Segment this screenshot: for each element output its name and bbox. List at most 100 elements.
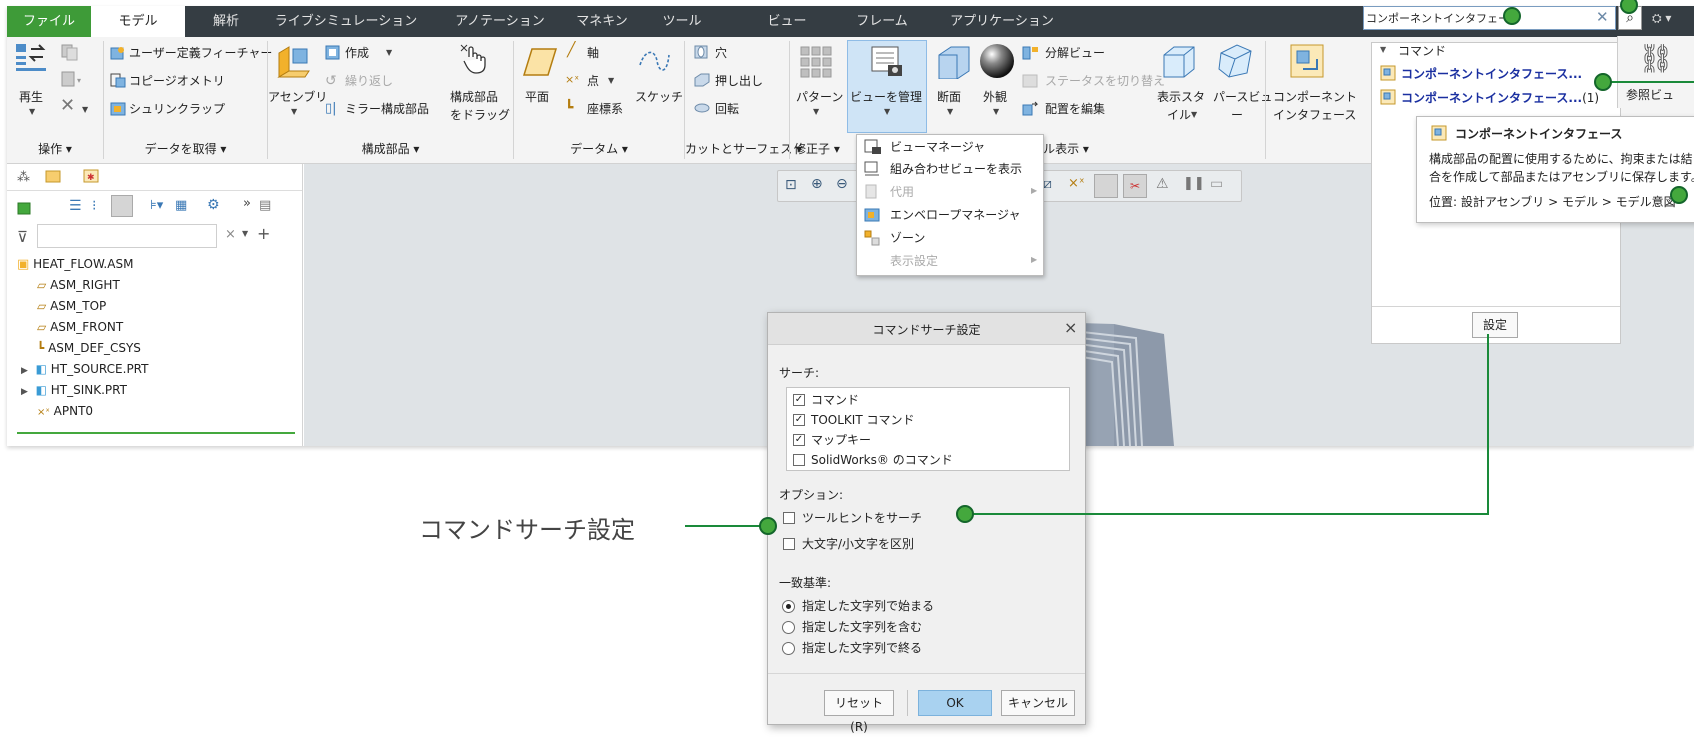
display-style-icon[interactable] <box>1160 43 1196 79</box>
udf-label[interactable]: ユーザー定義フィーチャー <box>129 46 272 60</box>
delete-icon[interactable]: ✕ <box>60 97 75 115</box>
chevron-down-icon[interactable]: ▼ <box>242 229 248 238</box>
group-components-label[interactable]: 構成部品 ▾ <box>268 138 513 160</box>
annotation-display-icon[interactable]: ⚠ <box>1156 176 1169 192</box>
tab-view[interactable]: ビュー <box>757 6 817 37</box>
appearance-label[interactable]: 外観 <box>983 90 1007 104</box>
spin-center-icon[interactable]: ✂ <box>1123 174 1147 198</box>
component-interface-icon[interactable] <box>1289 43 1325 79</box>
chevron-down-icon[interactable]: ▼ <box>608 76 614 85</box>
help-menu-icon[interactable]: ⛭ ▾ <box>1646 6 1694 30</box>
zoom-out-icon[interactable]: ⊖ <box>836 176 848 192</box>
display-style-label-2[interactable]: イル <box>1167 108 1191 122</box>
checkbox-toolkit[interactable]: ✓ <box>793 414 805 426</box>
tab-frame[interactable]: フレーム <box>847 6 917 37</box>
radio-starts-with[interactable] <box>782 600 795 613</box>
tab-file[interactable]: ファイル <box>7 6 91 37</box>
insert-indicator[interactable] <box>17 432 295 434</box>
tree-item[interactable]: ×ˣ APNT0 <box>37 401 93 421</box>
tree-search-input[interactable] <box>37 224 217 248</box>
menu-item-view-manager[interactable]: ビューマネージャ <box>890 136 985 158</box>
radio-ends-with[interactable] <box>782 642 795 655</box>
edit-position-label[interactable]: 配置を編集 <box>1045 102 1105 116</box>
sketch-label[interactable]: スケッチ <box>635 90 683 104</box>
collapse-icon[interactable]: ▼ <box>1380 45 1386 54</box>
gear-icon[interactable]: ⚙ <box>207 197 220 213</box>
group-datum-label[interactable]: データム ▾ <box>514 138 684 160</box>
tree-filter-icon[interactable]: ⊧▾ <box>150 198 163 213</box>
perspective-view-label-2[interactable]: ー <box>1231 108 1243 122</box>
hole-label[interactable]: 穴 <box>715 46 727 60</box>
copy-icon[interactable] <box>60 43 80 61</box>
tree-item[interactable]: ▶ ◧ HT_SOURCE.PRT <box>21 359 148 379</box>
search-result-2[interactable]: コンポーネントインタフェース...(1) <box>1401 89 1599 106</box>
chevron-down-icon[interactable]: ▼ <box>82 105 88 114</box>
chevron-down-icon[interactable]: ▼ <box>291 107 297 116</box>
pause-icon[interactable]: ❚❚ <box>1183 176 1205 191</box>
tree-item[interactable]: ▱ ASM_TOP <box>37 296 106 316</box>
search-result-1[interactable]: コンポーネントインタフェース... <box>1401 65 1582 82</box>
tree-item[interactable]: ▱ ASM_FRONT <box>37 317 123 337</box>
checkbox-commands[interactable]: ✓ <box>793 394 805 406</box>
mirror-component-label[interactable]: ミラー構成部品 <box>345 102 429 116</box>
redraw-icon[interactable]: ▭ <box>1210 176 1223 192</box>
axis-label[interactable]: 軸 <box>587 46 599 60</box>
drag-components-label-1[interactable]: 構成部品 <box>450 90 498 104</box>
search-settings-button[interactable]: 設定 <box>1472 312 1518 338</box>
section-icon[interactable] <box>935 43 971 79</box>
repeat-label[interactable]: 繰り返し <box>345 74 393 88</box>
display-style-label-1[interactable]: 表示スタ <box>1157 90 1205 104</box>
perspective-view-label-1[interactable]: パースビュ <box>1213 90 1272 104</box>
paste-icon[interactable]: ▾ <box>60 70 86 88</box>
extrude-label[interactable]: 押し出し <box>715 74 763 88</box>
create-component-label[interactable]: 作成 <box>345 46 369 60</box>
model-tree-tab-icon[interactable]: ⁂ <box>17 170 30 185</box>
group-model-display-label[interactable]: ル表示 ▾ <box>1041 138 1091 160</box>
expand-icon[interactable]: ▶ <box>21 387 28 397</box>
datum-plane-label[interactable]: 平面 <box>525 90 549 104</box>
expand-icon[interactable]: ▶ <box>21 366 28 376</box>
favorites-tab-icon[interactable]: ✱ <box>83 168 101 184</box>
clear-icon[interactable]: × <box>225 227 236 242</box>
section-label[interactable]: 断面 <box>937 90 961 104</box>
ok-button[interactable]: OK <box>918 690 992 716</box>
tree-list-icon[interactable]: ☰ <box>69 198 82 214</box>
menu-item-combined-views[interactable]: 組み合わせビューを表示 <box>890 158 1022 180</box>
point-display-icon[interactable]: ×ˣ <box>1068 176 1085 191</box>
tree-item[interactable]: ┗ ASM_DEF_CSYS <box>37 338 141 358</box>
tree-columns-icon[interactable]: ⁝ <box>92 198 96 214</box>
pattern-icon[interactable] <box>799 45 833 79</box>
tab-model[interactable]: モデル <box>91 6 185 37</box>
component-interface-label-2[interactable]: インタフェース <box>1273 108 1356 122</box>
regenerate-icon[interactable] <box>15 43 51 79</box>
reset-button[interactable]: リセット (R) <box>824 690 894 734</box>
toggle-status-label[interactable]: ステータスを切り替え <box>1045 74 1165 88</box>
shrinkwrap-label[interactable]: シュリンクラップ <box>129 102 225 116</box>
drag-components-label-2[interactable]: をドラッグ <box>450 108 510 122</box>
tab-tools[interactable]: ツール <box>652 6 712 37</box>
csys-display-toggle[interactable] <box>1094 174 1118 198</box>
tree-grid-toggle[interactable] <box>111 195 133 217</box>
more-icon[interactable]: » <box>243 196 251 211</box>
regenerate-label[interactable]: 再生 <box>19 90 43 104</box>
zoom-in-icon[interactable]: ⊕ <box>811 176 823 192</box>
chevron-down-icon[interactable]: ▼ <box>1191 110 1197 119</box>
chevron-down-icon[interactable]: ▼ <box>386 48 392 57</box>
clear-search-icon[interactable]: ✕ <box>1596 8 1609 26</box>
group-operations-label[interactable]: 操作 ▾ <box>7 138 103 160</box>
tab-manikin[interactable]: マネキン <box>567 6 637 37</box>
group-cut-surface-label[interactable]: カットとサーフェス ▾ <box>685 138 802 160</box>
menu-item-zone[interactable]: ゾーン <box>890 227 925 249</box>
add-icon[interactable]: + <box>257 224 270 243</box>
cancel-button[interactable]: キャンセル <box>1001 690 1075 716</box>
tab-analysis[interactable]: 解析 <box>185 6 267 37</box>
tab-live-simulation[interactable]: ライブシミュレーション <box>267 6 425 37</box>
plane-display-icon[interactable]: ⧄ <box>1043 176 1052 192</box>
checkbox-solidworks[interactable] <box>793 454 805 466</box>
checkbox-case-sensitive[interactable] <box>783 538 795 550</box>
notes-icon[interactable]: ▤ <box>259 198 271 213</box>
menu-item-substitute[interactable]: 代用 <box>890 181 914 203</box>
tree-item[interactable]: ▱ ASM_RIGHT <box>37 275 120 295</box>
chevron-down-icon[interactable]: ▼ <box>29 107 35 116</box>
csys-label[interactable]: 座標系 <box>587 102 623 116</box>
